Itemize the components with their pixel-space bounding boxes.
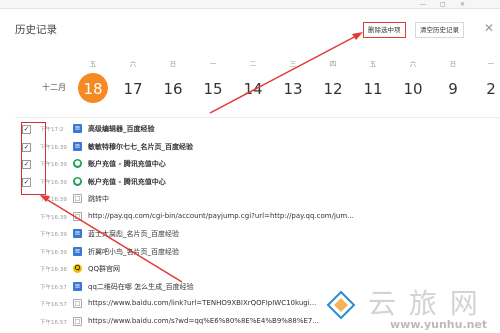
day-number[interactable]: 17 <box>116 80 150 98</box>
doc-icon: ≡ <box>73 246 82 256</box>
visit-time: 下午16:39 <box>40 232 67 238</box>
month-label: 十二月 <box>42 83 66 92</box>
divider <box>15 117 500 118</box>
maximize-icon[interactable]: □ <box>440 1 446 8</box>
history-row[interactable]: ✓ 下午16:39 ● 帐户充值 - 腾讯充值中心 <box>0 173 500 192</box>
history-title-link[interactable]: 跳转中 <box>88 194 109 204</box>
weekday-label: 一 <box>487 60 495 68</box>
history-title-link[interactable]: https://www.baidu.com/s?wd=qq%E6%80%8E%E… <box>88 317 319 325</box>
clear-history-button[interactable]: 清空历史记录 <box>415 22 464 38</box>
weekday-label: 三 <box>289 60 297 68</box>
tq-icon: ● <box>73 159 82 168</box>
history-row[interactable]: 下午16:39 □ 跳转中 <box>0 190 500 209</box>
visit-time: 下午16:39 <box>40 214 67 221</box>
weekday-label: 日 <box>169 60 177 68</box>
day-number[interactable]: 18 <box>76 80 110 98</box>
qq-icon: Q <box>73 264 82 273</box>
history-row[interactable]: 下午16:39 □ http://pay.qq.com/cgi-bin/accoun… <box>0 208 500 227</box>
doc-icon: ≡ <box>73 229 82 238</box>
page-icon: □ <box>73 194 82 203</box>
watermark-url: www.yunhu.net <box>390 318 488 331</box>
history-title-link[interactable]: 折翼吧小鸟_名片页_百度经验 <box>88 247 179 257</box>
day-number[interactable]: 11 <box>356 80 390 98</box>
day-number[interactable]: 10 <box>396 80 430 98</box>
watermark-text: 云 旅 网 <box>368 287 480 320</box>
history-title-link[interactable]: https://www.baidu.com/link?url=TENHO9XBI… <box>88 299 316 307</box>
arrow-head-delete <box>352 32 363 40</box>
weekday-label: 四 <box>329 60 337 68</box>
delete-selected-button[interactable]: 删除选中项 <box>363 22 406 38</box>
history-row[interactable]: 下午16:39 ≡ 折翼吧小鸟_名片页_百度经验 <box>0 243 500 262</box>
window-close-icon[interactable]: ✕ <box>460 1 465 8</box>
checkbox-highlight-box <box>21 122 46 195</box>
weekday-label: 六 <box>129 60 137 68</box>
history-row[interactable]: ✓ 下午16:39 ≡ 敏敏特穆尔七七_名片页_百度经验 <box>0 138 500 157</box>
history-row[interactable]: 下午16:38 Q QQ群官网 <box>0 260 500 279</box>
weekday-label: 五 <box>369 60 377 68</box>
date-strip: 十二月 五 六 日 一 二 三 四 五 六 日 一 18 17 16 15 14 13 12 11 10 9 2 <box>0 58 500 118</box>
history-row[interactable]: ✓ 下午17:2 ≡ 高级编辑器_百度经验 <box>0 120 500 139</box>
history-title-link[interactable]: QQ群官网 <box>88 264 120 274</box>
day-number[interactable]: 15 <box>196 80 230 98</box>
page-icon: □ <box>73 211 82 221</box>
day-number[interactable]: 16 <box>156 80 190 98</box>
visit-time: 下午16:38 <box>40 267 67 273</box>
doc-icon: ≡ <box>73 281 82 291</box>
history-title-link[interactable]: 账户充值 - 腾讯充值中心 <box>88 159 166 169</box>
doc-icon: ≡ <box>73 124 82 133</box>
page-icon: □ <box>73 299 82 308</box>
weekday-label: 一 <box>209 60 217 68</box>
watermark-logo-icon <box>326 290 356 320</box>
page-title: 历史记录 <box>15 24 57 36</box>
weekday-label: 日 <box>449 60 457 68</box>
visit-time: 下午16:57 <box>40 284 67 291</box>
day-number[interactable]: 14 <box>236 80 270 98</box>
history-title-link[interactable]: 蓝士大腐彪_名片页_百度经验 <box>88 229 179 239</box>
visit-time: 下午16:57 <box>40 302 67 308</box>
weekday-label: 五 <box>89 60 97 68</box>
browser-top-strip: — □ ✕ <box>0 0 500 9</box>
visit-time: 下午16:57 <box>40 319 67 326</box>
weekday-label: 六 <box>409 60 417 68</box>
day-number[interactable]: 2 <box>474 80 500 98</box>
history-title-link[interactable]: 帐户充值 - 腾讯充值中心 <box>88 177 166 187</box>
history-title-link[interactable]: 敏敏特穆尔七七_名片页_百度经验 <box>88 142 193 152</box>
history-title-link[interactable]: 高级编辑器_百度经验 <box>88 124 155 134</box>
history-row[interactable]: 下午16:39 ≡ 蓝士大腐彪_名片页_百度经验 <box>0 225 500 244</box>
page-icon: □ <box>73 316 82 326</box>
day-number[interactable]: 12 <box>316 80 350 98</box>
day-number[interactable]: 13 <box>276 80 310 98</box>
doc-icon: ≡ <box>73 141 82 151</box>
close-icon[interactable]: ✕ <box>484 21 494 35</box>
history-row[interactable]: ✓ 下午16:39 ● 账户充值 - 腾讯充值中心 <box>0 155 500 174</box>
visit-time: 下午16:39 <box>40 197 67 203</box>
tq-icon: ● <box>73 176 82 186</box>
weekday-label: 二 <box>249 60 257 68</box>
minimize-icon[interactable]: — <box>420 1 426 8</box>
visit-time: 下午16:39 <box>40 249 67 256</box>
history-title-link[interactable]: http://pay.qq.com/cgi-bin/account/payjum… <box>88 212 354 220</box>
day-number[interactable]: 9 <box>436 80 470 98</box>
history-title-link[interactable]: qq二维码在哪 怎么生成_百度经验 <box>88 282 194 292</box>
